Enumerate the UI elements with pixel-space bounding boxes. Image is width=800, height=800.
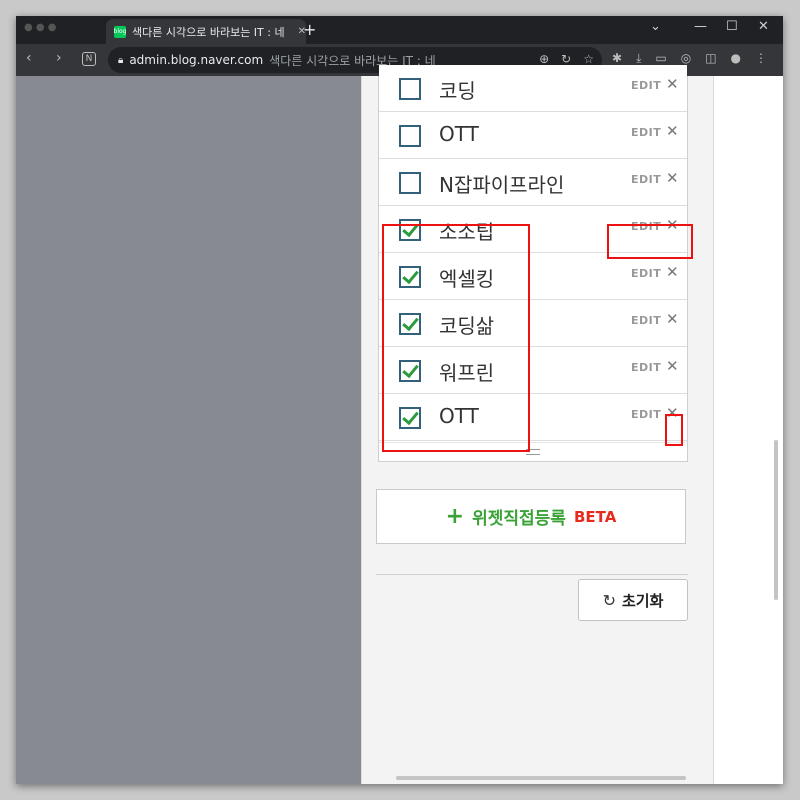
preview-pane — [16, 76, 361, 784]
edit-link[interactable]: EDIT — [631, 173, 661, 186]
category-label: N잡파이프라인 — [439, 173, 565, 197]
minimize-icon[interactable]: — — [694, 19, 707, 34]
category-label: OTT — [439, 122, 479, 146]
tab-title: 색다른 시각으로 바라보는 IT : 네 — [132, 25, 285, 39]
close-icon[interactable]: ✕ — [666, 357, 679, 375]
zoom-icon[interactable]: ⊕ — [539, 52, 549, 66]
edit-link[interactable]: EDIT — [631, 267, 661, 280]
bookmark-star-icon[interactable]: ☆ — [583, 52, 594, 66]
naver-extension-icon[interactable]: N — [82, 52, 96, 66]
section-divider — [376, 574, 688, 575]
right-panel — [713, 76, 783, 784]
reset-button[interactable]: ↻ 초기화 — [578, 579, 688, 621]
checked-items-highlight — [382, 224, 530, 452]
back-icon[interactable]: ‹ — [26, 50, 32, 66]
extensions-icon[interactable]: ✱ — [612, 51, 622, 66]
reset-label: 초기화 — [622, 591, 664, 610]
beta-badge: BETA — [573, 507, 617, 526]
reload-icon[interactable]: ↻ — [561, 52, 571, 66]
add-widget-button[interactable]: + 위젯직접등록 BETA — [376, 489, 686, 544]
edit-link[interactable]: EDIT — [631, 79, 661, 92]
horizontal-scrollbar[interactable] — [396, 776, 686, 780]
checkbox[interactable] — [399, 125, 421, 147]
screenshot-icon[interactable]: ◎ — [681, 51, 691, 66]
edit-link[interactable]: EDIT — [631, 361, 661, 374]
close-icon[interactable]: ✕ — [666, 169, 679, 187]
edit-link[interactable]: EDIT — [631, 314, 661, 327]
browser-tab[interactable]: blog 색다른 시각으로 바라보는 IT : 네 ✕ — [106, 19, 306, 44]
window-menu-icon[interactable]: ● ● ● — [24, 22, 57, 33]
close-window-icon[interactable]: ✕ — [758, 19, 769, 34]
close-icon-highlight — [665, 414, 683, 446]
more-menu-icon[interactable]: ⋮ — [755, 51, 767, 66]
lock-icon[interactable]: 🔒︎ — [118, 55, 123, 66]
tab-search-icon[interactable]: ⌄ — [650, 19, 661, 34]
edit-link[interactable]: EDIT — [631, 408, 661, 421]
profile-avatar-icon[interactable]: ● — [731, 51, 741, 66]
add-widget-label: 위젯직접등록 — [472, 509, 566, 529]
edit-link[interactable]: EDIT — [631, 126, 661, 139]
close-icon[interactable]: ✕ — [666, 122, 679, 140]
reset-icon: ↻ — [602, 590, 616, 610]
edit-close-highlight — [607, 224, 693, 259]
category-label: 코딩 — [439, 79, 476, 103]
plus-icon: + — [445, 504, 465, 529]
sidepanel-icon[interactable]: ◫ — [705, 51, 716, 66]
list-item: N잡파이프라인 EDIT ✕ — [379, 159, 687, 206]
forward-icon[interactable]: › — [56, 50, 62, 66]
maximize-icon[interactable]: ☐ — [726, 19, 738, 34]
browser-window: ● ● ● blog 색다른 시각으로 바라보는 IT : 네 ✕ + ⌄ — … — [16, 16, 783, 784]
new-tab-button[interactable]: + — [303, 20, 316, 39]
page-content: OTT EDIT ✕ 워프린 EDIT ✕ 코딩삶 EDIT ✕ 엑셀킹 EDIT ✕ 소소팁 EDIT ✕… — [16, 65, 783, 784]
download-icon[interactable]: ⤓ — [636, 51, 641, 66]
list-item: OTT EDIT ✕ — [379, 112, 687, 159]
close-icon[interactable]: ✕ — [666, 75, 679, 93]
url-host: admin.blog.naver.com — [129, 53, 264, 67]
list-item: 코딩 EDIT ✕ — [379, 65, 687, 112]
close-icon[interactable]: ✕ — [666, 310, 679, 328]
title-bar: ● ● ● blog 색다른 시각으로 바라보는 IT : 네 ✕ + ⌄ — … — [16, 16, 783, 44]
media-icon[interactable]: ▭ — [655, 51, 666, 66]
close-icon[interactable]: ✕ — [666, 263, 679, 281]
vertical-scrollbar[interactable] — [774, 440, 778, 600]
naver-blog-favicon-icon: blog — [114, 25, 126, 38]
checkbox[interactable] — [399, 172, 421, 194]
checkbox[interactable] — [399, 78, 421, 100]
